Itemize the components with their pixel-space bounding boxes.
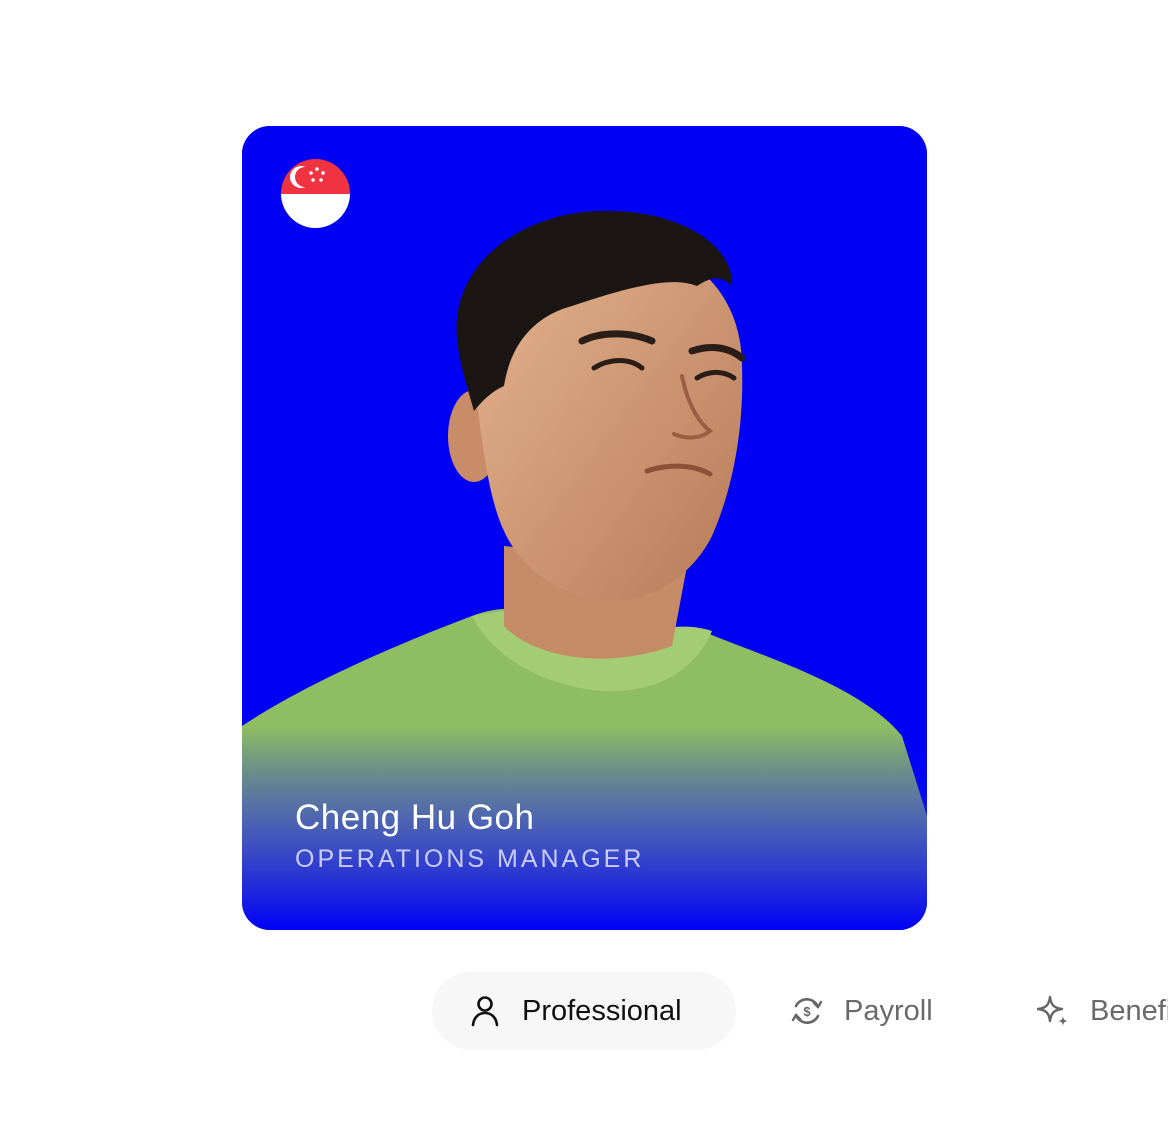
tab-payroll[interactable]: $ Payroll bbox=[790, 972, 933, 1050]
profile-caption: Cheng Hu Goh OPERATIONS MANAGER bbox=[295, 796, 644, 876]
tab-professional-label: Professional bbox=[522, 994, 682, 1027]
tab-benefits-label: Benefits bbox=[1090, 994, 1168, 1027]
tab-professional[interactable]: Professional bbox=[432, 972, 736, 1050]
payroll-cycle-icon: $ bbox=[790, 994, 824, 1028]
sparkle-icon bbox=[1036, 994, 1070, 1028]
person-icon bbox=[468, 994, 502, 1028]
page: Cheng Hu Goh OPERATIONS MANAGER Professi… bbox=[0, 0, 1168, 1124]
tab-benefits[interactable]: Benefits bbox=[1036, 972, 1168, 1050]
profile-tabs: Professional $ Payroll Benef bbox=[432, 972, 1168, 1050]
person-role: OPERATIONS MANAGER bbox=[295, 845, 645, 873]
singapore-flag-icon bbox=[281, 159, 350, 228]
tab-payroll-label: Payroll bbox=[844, 994, 933, 1027]
profile-card[interactable]: Cheng Hu Goh OPERATIONS MANAGER bbox=[242, 126, 927, 930]
svg-text:$: $ bbox=[803, 1004, 811, 1019]
person-name: Cheng Hu Goh bbox=[295, 798, 535, 837]
